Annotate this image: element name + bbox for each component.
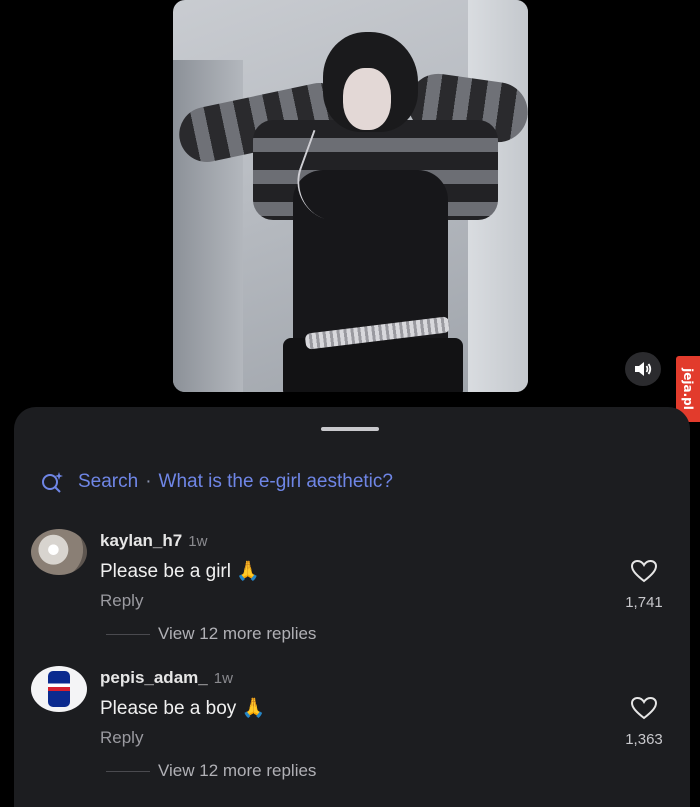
watermark-text: jeja.pl — [681, 368, 696, 410]
search-suggestion[interactable]: Search · What is the e-girl aesthetic? — [40, 471, 393, 493]
comment-time: 1w — [213, 670, 233, 687]
view-replies-button[interactable]: View 12 more replies — [158, 761, 316, 781]
pepsi-can-icon — [48, 671, 70, 707]
view-replies-button[interactable]: View 12 more replies — [158, 624, 316, 644]
comments-sheet: Search · What is the e-girl aesthetic? k… — [14, 407, 690, 807]
divider — [106, 634, 150, 635]
heart-icon — [630, 696, 658, 720]
reply-button[interactable]: Reply — [100, 728, 143, 748]
search-label: Search — [78, 471, 139, 492]
comment-meta: kaylan_h7 1w — [100, 531, 207, 551]
comment-meta: pepis_adam_ 1w — [100, 668, 233, 688]
comment-time: 1w — [188, 533, 208, 550]
heart-icon — [630, 559, 658, 583]
comment-body: Please be a girl — [100, 561, 231, 582]
avatar[interactable] — [31, 529, 87, 575]
avatar[interactable] — [31, 666, 87, 712]
praying-hands-icon: 🙏 — [241, 698, 266, 719]
speaker-icon — [635, 362, 652, 376]
volume-button[interactable] — [625, 352, 661, 386]
search-sparkle-icon — [42, 472, 63, 493]
like-button[interactable]: 1,363 — [614, 696, 674, 748]
comment-body: Please be a boy — [100, 698, 237, 719]
video-frame-figure — [343, 68, 391, 130]
praying-hands-icon: 🙏 — [236, 561, 260, 582]
divider — [106, 771, 150, 772]
comment-username[interactable]: kaylan_h7 — [100, 531, 182, 550]
reply-button[interactable]: Reply — [100, 591, 143, 611]
comment-username[interactable]: pepis_adam_ — [100, 668, 208, 687]
like-button[interactable]: 1,741 — [614, 559, 674, 611]
comment-text: Please be a girl 🙏 — [100, 559, 260, 583]
like-count: 1,363 — [625, 731, 663, 748]
drag-handle[interactable] — [321, 427, 379, 431]
like-count: 1,741 — [625, 594, 663, 611]
search-separator: · — [145, 471, 152, 492]
comment-text: Please be a boy 🙏 — [100, 696, 265, 720]
video-player[interactable] — [173, 0, 528, 392]
search-query: What is the e-girl aesthetic? — [158, 471, 393, 492]
